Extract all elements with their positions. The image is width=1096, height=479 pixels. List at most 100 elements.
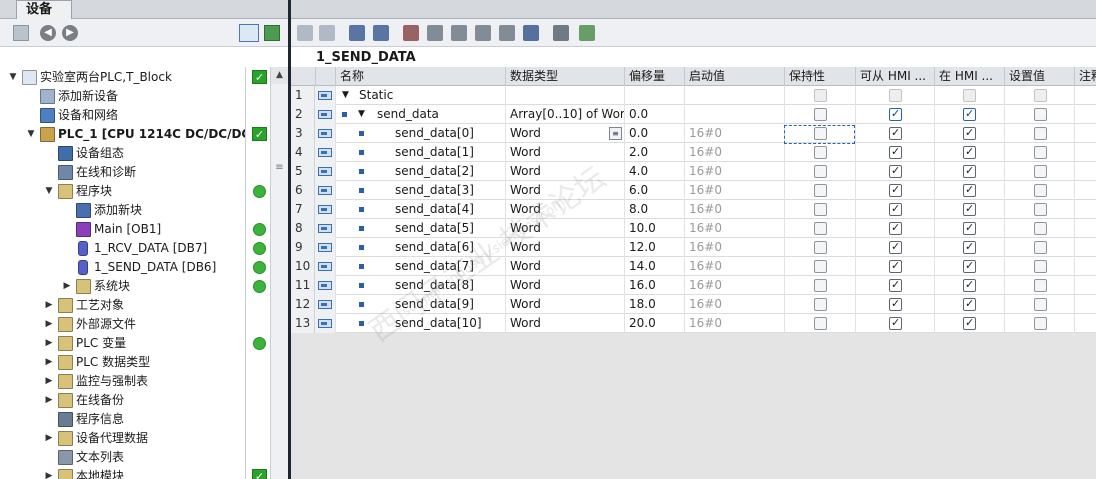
- data-type-cell[interactable]: Word: [505, 295, 624, 314]
- retain-checkbox[interactable]: [814, 146, 827, 159]
- start-value-cell[interactable]: 16#0: [684, 181, 784, 200]
- name-cell[interactable]: send_data[5]: [335, 219, 505, 238]
- name-cell[interactable]: ▼ send_data: [335, 105, 505, 124]
- start-value-cell[interactable]: [684, 105, 784, 124]
- tree-item[interactable]: 程序信息: [0, 410, 270, 429]
- table-row[interactable]: 11 send_data[8] Word 16.0 16#0: [291, 276, 1096, 295]
- set-checkbox[interactable]: [1034, 146, 1047, 159]
- tree-item[interactable]: ▶ 监控与强制表: [0, 372, 270, 391]
- acc-checkbox[interactable]: [889, 316, 902, 330]
- start-value-cell[interactable]: 16#0: [684, 314, 784, 333]
- comment-cell[interactable]: [1074, 105, 1096, 124]
- table-row[interactable]: 10 send_data[7] Word 14.0 16#0: [291, 257, 1096, 276]
- row-number[interactable]: 3: [291, 124, 315, 143]
- overview-icon[interactable]: [239, 24, 259, 42]
- table-row[interactable]: 13 send_data[10] Word 20.0 16#0: [291, 314, 1096, 333]
- tree-item[interactable]: 设备和网络: [0, 106, 270, 125]
- row-number[interactable]: 12: [291, 295, 315, 314]
- comment-cell[interactable]: [1074, 238, 1096, 257]
- tree-item[interactable]: ▶ 设备代理数据: [0, 429, 270, 448]
- comment-cell[interactable]: [1074, 219, 1096, 238]
- row-number[interactable]: 11: [291, 276, 315, 295]
- expand-right-icon[interactable]: ▶: [44, 429, 54, 448]
- acc-checkbox[interactable]: [889, 202, 902, 216]
- retain-checkbox[interactable]: [814, 260, 827, 273]
- set-checkbox[interactable]: [1034, 241, 1047, 254]
- start-value-cell[interactable]: 16#0: [684, 200, 784, 219]
- header-data-type[interactable]: 数据类型: [505, 67, 624, 86]
- header-visible-hmi[interactable]: 在 HMI ...: [934, 67, 1004, 86]
- start-value-cell[interactable]: 16#0: [684, 162, 784, 181]
- start-value-cell[interactable]: 16#0: [684, 219, 784, 238]
- acc-checkbox[interactable]: [889, 240, 902, 254]
- row-number[interactable]: 6: [291, 181, 315, 200]
- name-cell[interactable]: send_data[4]: [335, 200, 505, 219]
- comment-cell[interactable]: [1074, 276, 1096, 295]
- name-cell[interactable]: send_data[0]: [335, 124, 505, 143]
- retain-checkbox[interactable]: [814, 184, 827, 197]
- name-cell[interactable]: send_data[8]: [335, 276, 505, 295]
- network-icon[interactable]: [264, 25, 280, 41]
- acc-checkbox[interactable]: [889, 183, 902, 197]
- vis-checkbox[interactable]: [963, 202, 976, 216]
- acc-checkbox[interactable]: [889, 221, 902, 235]
- expand-right-icon[interactable]: ▶: [44, 296, 54, 315]
- retain-checkbox[interactable]: [814, 317, 827, 330]
- name-cell[interactable]: send_data[1]: [335, 143, 505, 162]
- row-number[interactable]: 1: [291, 86, 315, 105]
- row-number[interactable]: 5: [291, 162, 315, 181]
- tree-item[interactable]: 1_SEND_DATA [DB6]: [0, 258, 270, 277]
- table-row[interactable]: 6 send_data[3] Word 6.0 16#0: [291, 181, 1096, 200]
- comment-cell[interactable]: [1074, 295, 1096, 314]
- forward-icon[interactable]: ▶: [62, 25, 78, 41]
- vis-checkbox[interactable]: [963, 183, 976, 197]
- name-cell[interactable]: send_data[7]: [335, 257, 505, 276]
- row-number[interactable]: 2: [291, 105, 315, 124]
- tree-item[interactable]: 设备组态: [0, 144, 270, 163]
- set-checkbox[interactable]: [1034, 279, 1047, 292]
- comment-cell[interactable]: [1074, 143, 1096, 162]
- tree-item[interactable]: ▼ 程序块: [0, 182, 270, 201]
- retain-checkbox[interactable]: [814, 165, 827, 178]
- data-type-cell[interactable]: Word: [505, 143, 624, 162]
- tree-item[interactable]: 添加新设备: [0, 87, 270, 106]
- comment-cell[interactable]: [1074, 257, 1096, 276]
- row-number[interactable]: 4: [291, 143, 315, 162]
- acc-checkbox[interactable]: [889, 278, 902, 292]
- data-type-cell[interactable]: Word ≡: [505, 124, 624, 143]
- tree-item[interactable]: ▶ 工艺对象: [0, 296, 270, 315]
- table-row[interactable]: 4 send_data[1] Word 2.0 16#0: [291, 143, 1096, 162]
- expand-down-icon[interactable]: ▼: [8, 68, 18, 87]
- data-type-cell[interactable]: Word: [505, 257, 624, 276]
- tree-item[interactable]: 添加新块: [0, 201, 270, 220]
- add-device-icon[interactable]: [13, 25, 29, 41]
- collapse-icon[interactable]: ▼: [358, 105, 365, 124]
- comment-cell[interactable]: [1074, 162, 1096, 181]
- data-type-cell[interactable]: Word: [505, 219, 624, 238]
- tree-item[interactable]: ▼ PLC_1 [CPU 1214C DC/DC/DC]: [0, 125, 270, 144]
- set-checkbox[interactable]: [1034, 184, 1047, 197]
- comment-cell[interactable]: [1074, 200, 1096, 219]
- expand-right-icon[interactable]: ▶: [44, 391, 54, 410]
- acc-checkbox[interactable]: [889, 89, 902, 102]
- start-value-cell[interactable]: 16#0: [684, 276, 784, 295]
- acc-checkbox[interactable]: [889, 259, 902, 273]
- expand-right-icon[interactable]: ▶: [44, 467, 54, 479]
- name-cell[interactable]: send_data[10]: [335, 314, 505, 333]
- data-type-cell[interactable]: Word: [505, 238, 624, 257]
- load-snapshot-icon[interactable]: [427, 25, 443, 41]
- retain-checkbox[interactable]: [814, 108, 827, 121]
- header-comment[interactable]: 注释: [1074, 67, 1096, 86]
- table-row[interactable]: 8 send_data[5] Word 10.0 16#0: [291, 219, 1096, 238]
- start-value-cell[interactable]: [684, 86, 784, 105]
- set-checkbox[interactable]: [1034, 89, 1047, 102]
- tree-item[interactable]: 在线和诊断: [0, 163, 270, 182]
- vis-checkbox[interactable]: [963, 278, 976, 292]
- set-checkbox[interactable]: [1034, 203, 1047, 216]
- online-icon[interactable]: [579, 25, 595, 41]
- expand-right-icon[interactable]: ▶: [44, 353, 54, 372]
- type-picker-icon[interactable]: ≡: [609, 127, 622, 140]
- tree-item[interactable]: ▶ 外部源文件: [0, 315, 270, 334]
- table-row[interactable]: 9 send_data[6] Word 12.0 16#0: [291, 238, 1096, 257]
- name-cell[interactable]: send_data[3]: [335, 181, 505, 200]
